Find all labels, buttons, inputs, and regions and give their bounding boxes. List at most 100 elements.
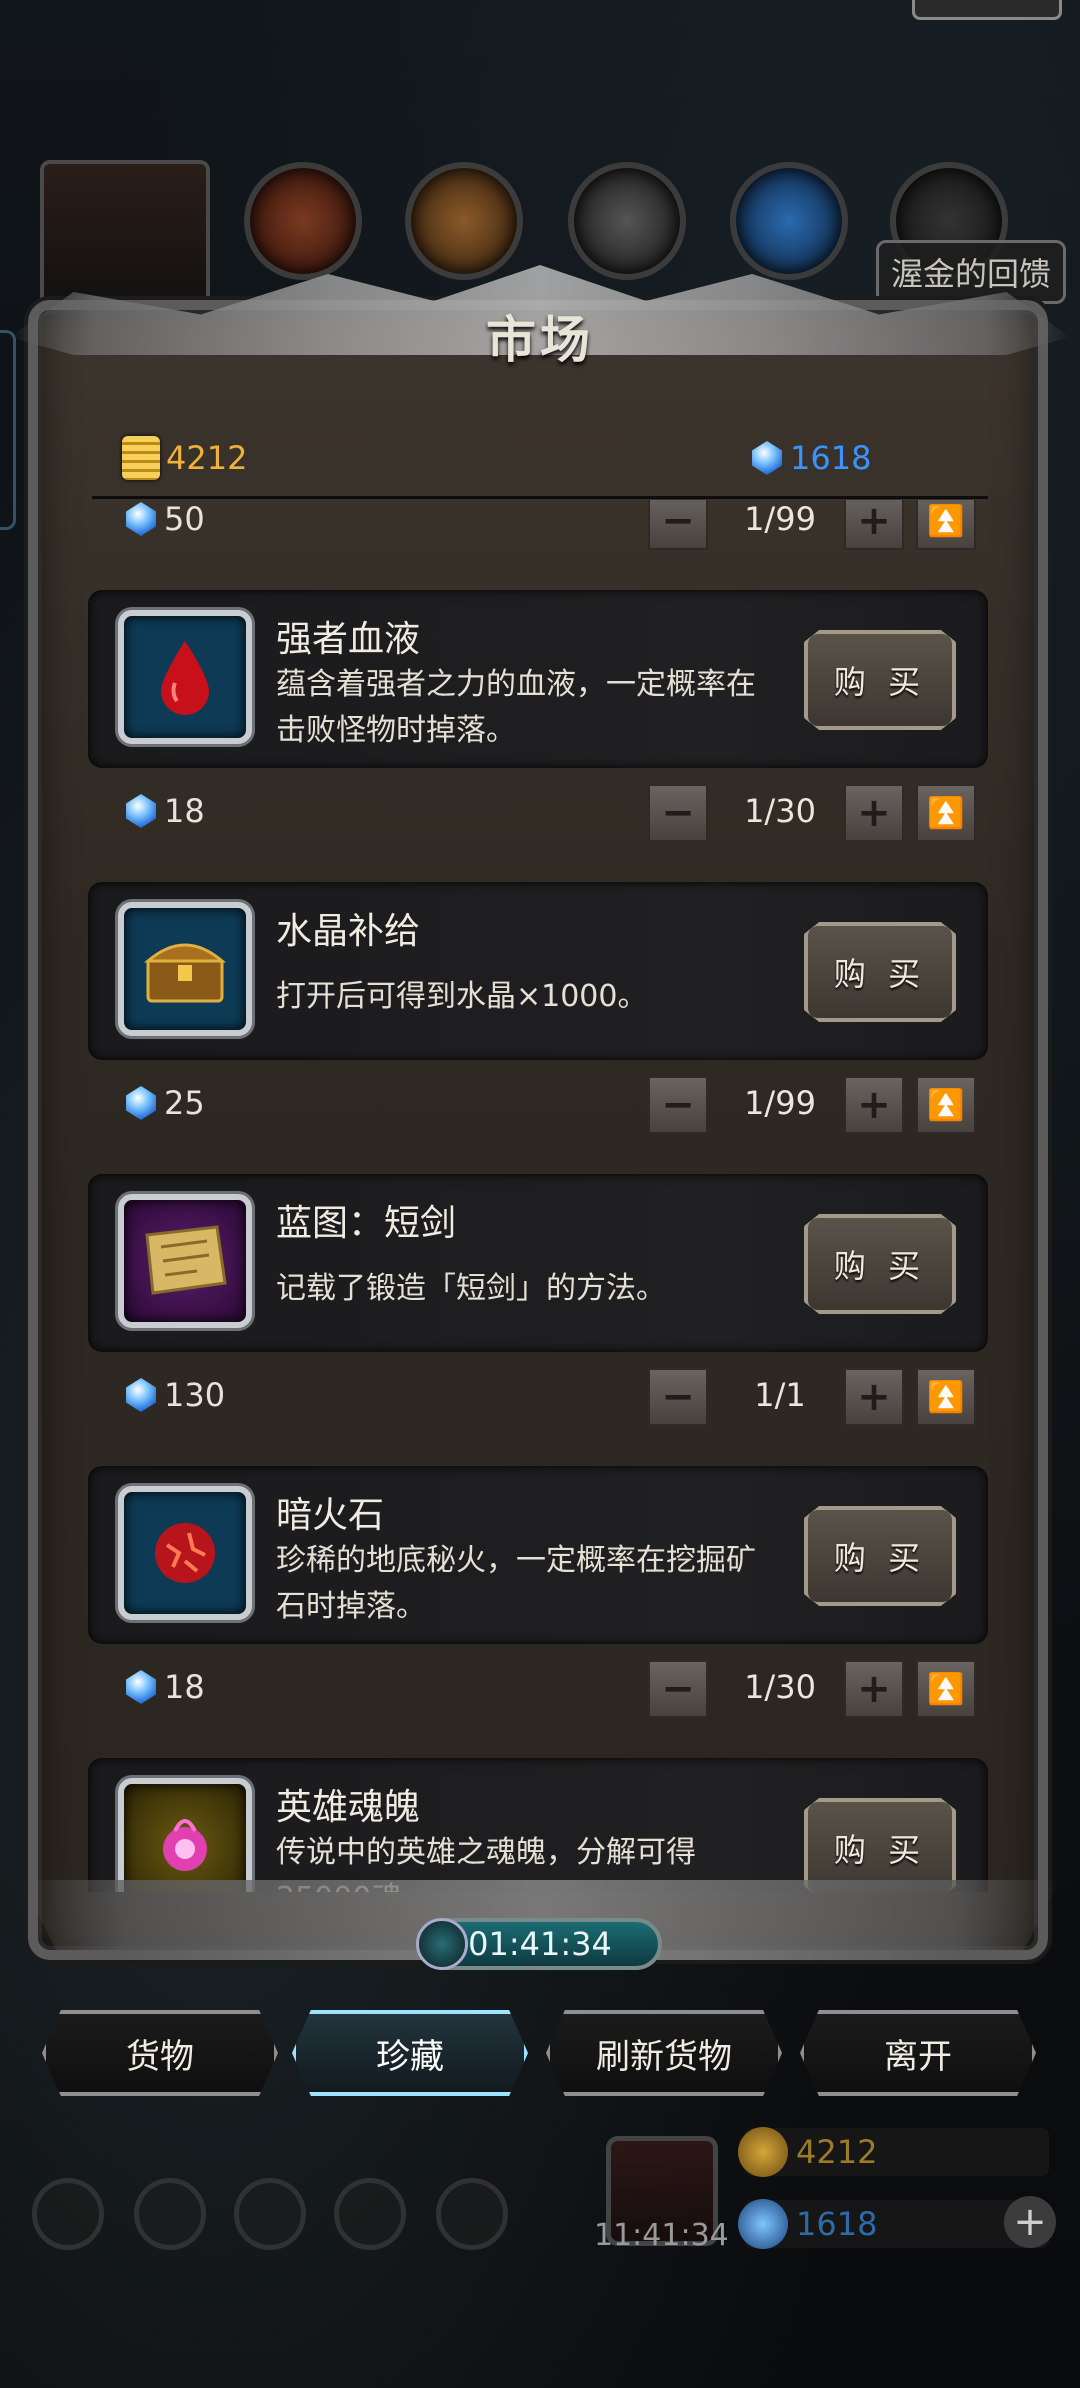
item-price-value: 130 xyxy=(164,1376,226,1414)
buy-button[interactable]: 购 买 xyxy=(804,1214,956,1314)
max-quantity-button[interactable]: ⏫ xyxy=(916,1660,976,1718)
item-name: 强者血液 xyxy=(276,619,421,660)
skill-icon[interactable] xyxy=(234,2178,306,2250)
item-icon-frame xyxy=(118,610,252,744)
reward-tag[interactable]: 渥金的回馈 xyxy=(875,240,1066,304)
max-quantity-button[interactable]: ⏫ xyxy=(916,1076,976,1134)
hud-gold-balance: 4212 xyxy=(738,2127,1049,2177)
crystal-icon xyxy=(126,794,156,828)
character-portrait[interactable] xyxy=(40,160,210,310)
buy-button[interactable]: 购 买 xyxy=(804,1798,956,1892)
item-price: 18 xyxy=(126,792,205,830)
item-price: 130 xyxy=(126,1376,225,1414)
item-icon-frame xyxy=(118,1778,252,1892)
gold-amount: 4212 xyxy=(166,439,248,477)
quantity-value: 1/30 xyxy=(744,792,816,830)
crystal-icon xyxy=(126,1378,156,1412)
crystal-icon xyxy=(126,1670,156,1704)
balance-divider xyxy=(92,496,988,499)
hud-time: 11:41:34 xyxy=(594,2218,729,2253)
quantity-value: 1/30 xyxy=(744,1668,816,1706)
max-quantity-button[interactable]: ⏫ xyxy=(916,784,976,842)
item-name: 蓝图：短剑 xyxy=(276,1203,457,1244)
item-price-value: 18 xyxy=(164,1668,205,1706)
blood-category-icon[interactable] xyxy=(244,162,362,280)
refresh-timer: 01:41:34 xyxy=(416,1918,662,1970)
gold-coin-icon xyxy=(738,2127,788,2177)
item-description: 记载了锻造「短剑」的方法。 xyxy=(276,1271,666,1306)
shop-item: 英雄魂魄 传说中的英雄之魂魄，分解可得25000魂 购 买 xyxy=(60,1758,1020,1892)
max-quantity-button[interactable]: ⏫ xyxy=(916,500,976,550)
leather-category-icon[interactable] xyxy=(405,162,523,280)
side-panel-edge[interactable] xyxy=(0,330,16,530)
shop-item: 蓝图：短剑 记载了锻造「短剑」的方法。 购 买 130 − 1/1 + ⏫ xyxy=(60,1174,1020,1466)
decrease-quantity-button[interactable]: − xyxy=(648,1660,708,1718)
item-card: 强者血液 蕴含着强者之力的血液，一定概率在击败怪物时掉落。 购 买 xyxy=(88,590,988,768)
decrease-quantity-button[interactable]: − xyxy=(648,1076,708,1134)
item-description: 珍稀的地底秘火，一定概率在挖掘矿石时掉落。 xyxy=(276,1543,756,1624)
item-price: 25 xyxy=(126,1084,205,1122)
increase-quantity-button[interactable]: + xyxy=(844,1368,904,1426)
achievement-icon[interactable] xyxy=(134,2178,206,2250)
timer-value: 01:41:34 xyxy=(468,1925,612,1963)
quantity-value: 1/99 xyxy=(744,500,816,538)
shop-item: 水晶补给 打开后可得到水晶×1000。 购 买 25 − 1/99 + ⏫ xyxy=(60,882,1020,1174)
item-icon-frame xyxy=(118,1194,252,1328)
mail-icon[interactable] xyxy=(334,2178,406,2250)
shop-item: 强者血液 蕴含着强者之力的血液，一定概率在击败怪物时掉落。 购 买 18 − 1… xyxy=(60,590,1020,882)
decrease-quantity-button[interactable]: − xyxy=(648,784,708,842)
tab-collection[interactable]: 珍藏 xyxy=(292,2010,528,2096)
item-price-value: 18 xyxy=(164,792,205,830)
increase-quantity-button[interactable]: + xyxy=(844,784,904,842)
settings-gear-icon[interactable] xyxy=(32,2178,104,2250)
decrease-quantity-button[interactable]: − xyxy=(648,500,708,550)
tab-leave[interactable]: 离开 xyxy=(800,2010,1036,2096)
price-row: 25 − 1/99 + ⏫ xyxy=(60,1076,1020,1136)
increase-quantity-button[interactable]: + xyxy=(844,1660,904,1718)
crystal-icon xyxy=(126,502,156,536)
item-price-value: 50 xyxy=(164,500,205,538)
increase-quantity-button[interactable]: + xyxy=(844,500,904,550)
crystal-icon xyxy=(738,2199,788,2249)
gold-coin-icon xyxy=(122,436,160,480)
item-description: 蕴含着强者之力的血液，一定概率在击败怪物时掉落。 xyxy=(276,667,756,748)
item-icon-frame xyxy=(118,1486,252,1620)
price-row: 50 − 1/99 + ⏫ xyxy=(60,500,1020,560)
tab-goods[interactable]: 货物 xyxy=(42,2010,278,2096)
item-price: 50 xyxy=(126,500,205,538)
crystal-icon xyxy=(126,1086,156,1120)
tab-refresh-goods[interactable]: 刷新货物 xyxy=(546,2010,782,2096)
add-crystal-button[interactable]: + xyxy=(1004,2196,1056,2248)
quantity-value: 1/1 xyxy=(754,1376,806,1414)
panel-title: 市场 xyxy=(486,311,594,369)
clock-icon xyxy=(416,1918,468,1970)
item-icon-frame xyxy=(118,902,252,1036)
increase-quantity-button[interactable]: + xyxy=(844,1076,904,1134)
shop-item: 暗火石 珍稀的地底秘火，一定概率在挖掘矿石时掉落。 购 买 18 − 1/30 … xyxy=(60,1466,1020,1758)
item-price: 18 xyxy=(126,1668,205,1706)
map-icon[interactable] xyxy=(436,2178,508,2250)
quantity-value: 1/99 xyxy=(744,1084,816,1122)
gold-balance: 4212 xyxy=(122,430,247,486)
buy-button[interactable]: 购 买 xyxy=(804,1506,956,1606)
buy-button[interactable]: 购 买 xyxy=(804,922,956,1022)
crystal-icon xyxy=(752,441,782,475)
crystal-category-icon[interactable] xyxy=(730,162,848,280)
hud-crystal-amount: 1618 xyxy=(796,2205,878,2243)
item-name: 英雄魂魄 xyxy=(276,1787,421,1828)
buy-button[interactable]: 购 买 xyxy=(804,630,956,730)
top-corner-tag[interactable] xyxy=(912,0,1062,20)
max-quantity-button[interactable]: ⏫ xyxy=(916,1368,976,1426)
item-card: 英雄魂魄 传说中的英雄之魂魄，分解可得25000魂 购 买 xyxy=(88,1758,988,1892)
ore-category-icon[interactable] xyxy=(568,162,686,280)
item-card: 水晶补给 打开后可得到水晶×1000。 购 买 xyxy=(88,882,988,1060)
blueprint-scroll-icon xyxy=(145,1225,227,1295)
treasure-chest-icon xyxy=(143,943,227,1003)
hero-soul-icon xyxy=(163,1819,207,1871)
shop-item-list[interactable]: 50 − 1/99 + ⏫ 强者血液 蕴含着强者之力的血液，一定概率在击败怪物时… xyxy=(60,500,1020,1892)
decrease-quantity-button[interactable]: − xyxy=(648,1368,708,1426)
price-row: 130 − 1/1 + ⏫ xyxy=(60,1368,1020,1428)
price-row: 18 − 1/30 + ⏫ xyxy=(60,784,1020,844)
hud-gold-amount: 4212 xyxy=(796,2133,878,2171)
blood-drop-icon xyxy=(161,641,209,715)
